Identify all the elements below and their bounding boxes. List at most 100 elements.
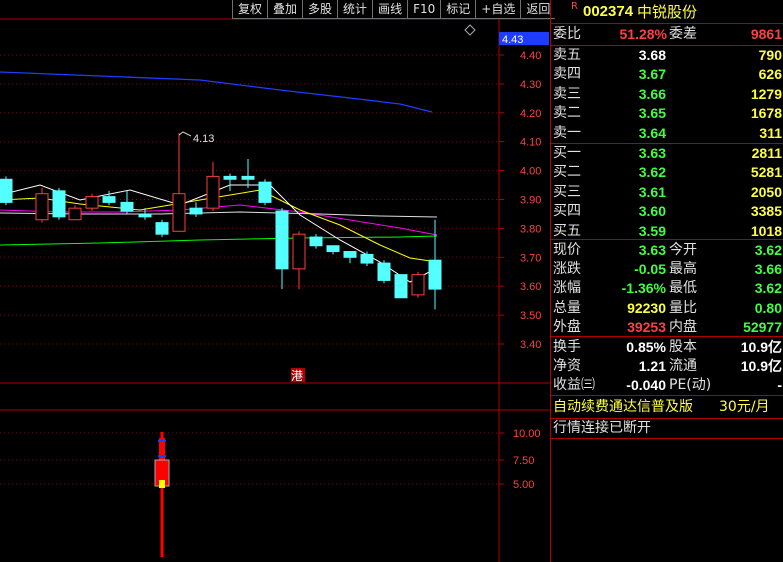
toolbar-button-0[interactable]: 复权 bbox=[232, 0, 268, 19]
candle-body bbox=[0, 178, 13, 203]
ask-row: 卖二 3.65 1678 bbox=[551, 104, 783, 123]
fund-label: 换手 bbox=[553, 339, 581, 355]
order-ratio-row: 委比 51.28% 委差 9861 bbox=[551, 25, 783, 44]
ask-price: 3.67 bbox=[638, 66, 666, 83]
price-tick-label: 4.20 bbox=[520, 108, 541, 120]
ask-price: 3.66 bbox=[638, 85, 666, 102]
bid-label: 买四 bbox=[553, 203, 581, 220]
stock-name: 中锐股份 bbox=[637, 3, 698, 21]
candle-body bbox=[52, 190, 66, 218]
connection-status: 行情连接已断开 bbox=[553, 420, 651, 436]
promo-text[interactable]: 自动续费通达信普及版 bbox=[553, 398, 693, 417]
bid-volume: 1018 bbox=[750, 222, 782, 239]
price-tick-label: 3.80 bbox=[520, 223, 541, 235]
bid-price: 3.63 bbox=[638, 145, 666, 161]
ask-price: 3.64 bbox=[638, 124, 666, 141]
toolbar-button-2[interactable]: 多股 bbox=[302, 0, 338, 19]
candle-body bbox=[172, 193, 186, 232]
quote-panel: R 002374 中锐股份 委比 51.28% 委差 9861 卖五 3.68 79… bbox=[550, 0, 783, 562]
candle-body bbox=[309, 236, 323, 247]
candle-body bbox=[326, 245, 340, 253]
toolbar-button-6[interactable]: 标记 bbox=[440, 0, 476, 19]
candle-body bbox=[411, 274, 425, 296]
candle-body bbox=[68, 207, 82, 221]
candle-body bbox=[428, 259, 442, 290]
bid-volume: 2050 bbox=[750, 183, 782, 200]
candle-body bbox=[138, 213, 152, 218]
candle-body bbox=[394, 274, 408, 299]
ask-row: 卖五 3.68 790 bbox=[551, 46, 783, 65]
candle-body bbox=[241, 175, 255, 180]
ma-magenta-line bbox=[0, 204, 438, 236]
stock-code: 002374 bbox=[583, 3, 634, 20]
toolbar-button-4[interactable]: 画线 bbox=[372, 0, 408, 19]
chart-toolbar: 复权 叠加 多股 统计 画线 F10 标记 +自选 返回 bbox=[232, 0, 556, 19]
promo-row[interactable]: 自动续费通达信普及版 30元/月 bbox=[551, 398, 783, 417]
high-annotation: 4.13 bbox=[193, 133, 214, 145]
ask-price: 3.68 bbox=[638, 47, 666, 63]
stat-value: 3.63 bbox=[638, 242, 666, 258]
kline-chart[interactable]: 4.40 4.30 4.20 4.10 4.00 3.90 3.80 3.70 3.60 3.50… bbox=[0, 0, 550, 562]
fundamental-row: 换手 0.85% 股本 10.9亿 bbox=[551, 338, 783, 357]
toolbar-button-1[interactable]: 叠加 bbox=[267, 0, 303, 19]
ask-label: 卖五 bbox=[553, 47, 581, 63]
stock-header: R 002374 中锐股份 bbox=[551, 1, 783, 23]
candle-body bbox=[343, 251, 357, 258]
toolbar-button-7[interactable]: +自选 bbox=[475, 0, 521, 19]
sub-tick-label: 10.00 bbox=[513, 428, 541, 440]
bid-label: 买五 bbox=[553, 222, 581, 239]
toolbar-button-3[interactable]: 统计 bbox=[337, 0, 373, 19]
candle-body bbox=[85, 196, 99, 209]
stat-label: 最高 bbox=[669, 261, 697, 278]
ma-gray-line bbox=[0, 211, 438, 218]
status-row: 行情连接已断开 bbox=[551, 419, 783, 438]
ask-price: 3.65 bbox=[638, 105, 666, 122]
stat-label: 量比 bbox=[669, 299, 697, 316]
high-arrow bbox=[178, 131, 192, 137]
fund-label: 净资 bbox=[553, 358, 581, 374]
stat-label: 外盘 bbox=[553, 318, 581, 335]
stat-row: 涨幅 -1.36% 最低 3.62 bbox=[551, 279, 783, 298]
candle-body bbox=[258, 181, 272, 203]
candle-body bbox=[206, 175, 220, 209]
stat-value: -0.05 bbox=[634, 261, 666, 278]
candle-body bbox=[155, 222, 169, 235]
price-tick-label: 4.30 bbox=[520, 79, 541, 91]
candle-body bbox=[102, 196, 116, 203]
bid-label: 买三 bbox=[553, 183, 581, 200]
ask-volume: 790 bbox=[758, 47, 782, 63]
diff-value: 9861 bbox=[750, 26, 782, 42]
stat-label: 最低 bbox=[669, 280, 697, 297]
ask-volume: 1678 bbox=[750, 105, 782, 122]
sub-tick-label: 7.50 bbox=[513, 455, 534, 467]
stat-value: 3.66 bbox=[754, 261, 782, 278]
stat-value: 0.80 bbox=[754, 299, 782, 316]
stat-row: 外盘 39253 内盘 52977 bbox=[551, 318, 783, 337]
toolbar-button-5[interactable]: F10 bbox=[407, 0, 441, 19]
stat-value: -1.36% bbox=[621, 280, 666, 297]
stat-row: 涨跌 -0.05 最高 3.66 bbox=[551, 260, 783, 279]
bid-price: 3.60 bbox=[638, 203, 666, 220]
fund-value: 0.85% bbox=[626, 339, 666, 355]
fundamental-row: 净资 1.21 流通 10.9亿 bbox=[551, 357, 783, 376]
fund-value: 10.9亿 bbox=[740, 339, 782, 355]
ask-label: 卖二 bbox=[553, 105, 581, 122]
stat-label: 总量 bbox=[553, 299, 581, 316]
diamond-icon bbox=[464, 24, 476, 36]
fund-value: 10.9亿 bbox=[740, 358, 782, 374]
bid-label: 买二 bbox=[553, 164, 581, 181]
stat-value: 3.62 bbox=[754, 242, 782, 258]
price-tick-label: 3.60 bbox=[520, 281, 541, 293]
bid-volume: 5281 bbox=[750, 164, 782, 181]
promo-price[interactable]: 30元/月 bbox=[719, 398, 770, 417]
stat-row: 现价 3.63 今开 3.62 bbox=[551, 241, 783, 260]
stat-value: 3.62 bbox=[754, 280, 782, 297]
fund-value: -0.040 bbox=[626, 377, 666, 393]
ask-volume: 1279 bbox=[750, 85, 782, 102]
stat-label: 涨跌 bbox=[553, 261, 581, 278]
candle-body bbox=[189, 207, 203, 215]
indicator-flame bbox=[159, 480, 165, 488]
stat-value: 39253 bbox=[627, 318, 666, 335]
bid-row: 买三 3.61 2050 bbox=[551, 183, 783, 202]
ask-label: 卖三 bbox=[553, 85, 581, 102]
